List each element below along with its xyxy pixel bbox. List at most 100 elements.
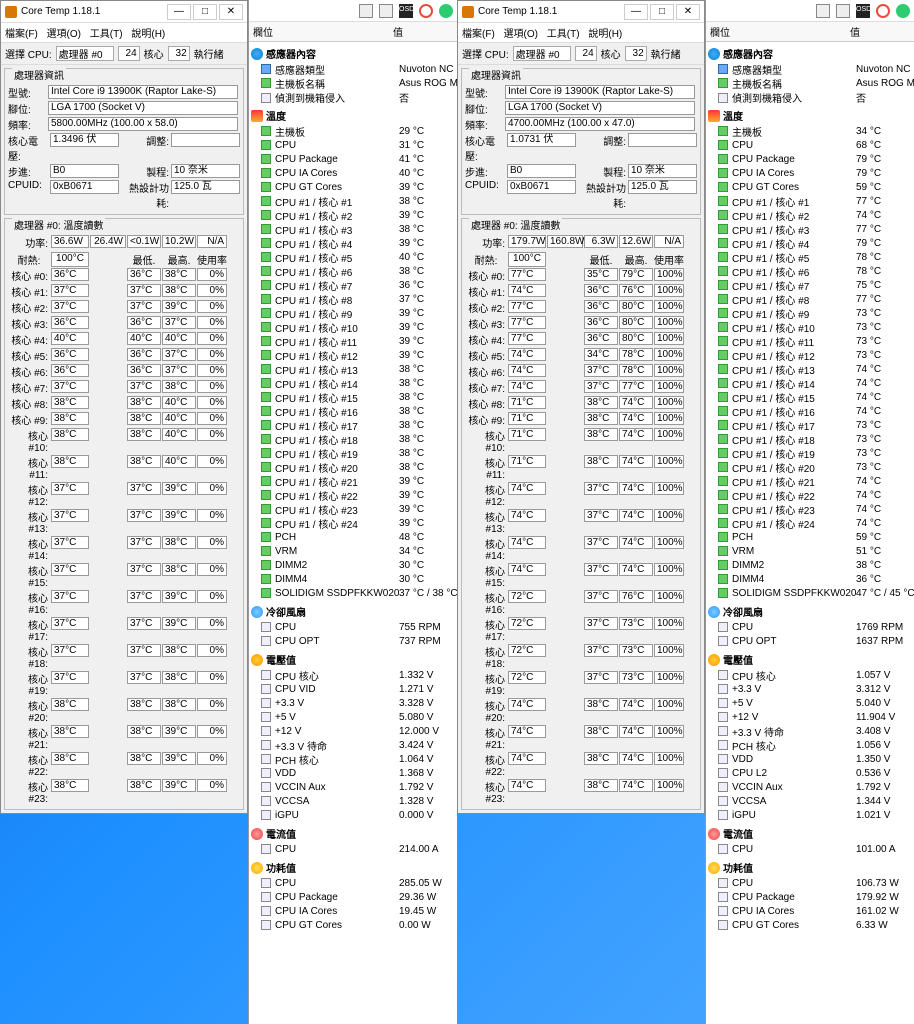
person-icon[interactable] [359,4,373,18]
sensor-line[interactable]: SOLIDIGM SSDPFKKW020X737 °C / 38 °C [251,586,455,600]
sensor-line[interactable]: 主機板29 °C [251,124,455,138]
sensor-line[interactable]: CPU1769 RPM [708,620,912,634]
sensor-line[interactable]: CPU OPT1637 RPM [708,634,912,648]
sensor-line[interactable]: CPU #1 / 核心 #1073 °C [708,320,912,334]
sensor-line[interactable]: CPU #1 / 核心 #678 °C [708,264,912,278]
fan-header[interactable]: 冷卻風扇 [708,603,912,620]
sensor-line[interactable]: CPU #1 / 核心 #775 °C [708,278,912,292]
sensor-line[interactable]: CPU #1 / 核心 #1273 °C [708,348,912,362]
pow-header[interactable]: 功耗值 [708,859,912,876]
status-icon[interactable] [896,4,910,18]
temp-header[interactable]: 溫度 [251,107,455,124]
sensor-line[interactable]: CPU VID1.271 V [251,682,455,696]
cores-count[interactable] [118,46,140,61]
minimize-button[interactable]: — [167,4,191,20]
sensor-line[interactable]: VDD1.368 V [251,766,455,780]
sensor-line[interactable]: CPU #1 / 核心 #2038 °C [251,460,455,474]
sensor-line[interactable]: CPU Package79 °C [708,152,912,166]
sensor-line[interactable]: CPU #1 / 核心 #177 °C [708,194,912,208]
sensor-line[interactable]: 主機板34 °C [708,124,912,138]
sensor-line[interactable]: CPU68 °C [708,138,912,152]
sensor-line[interactable]: CPU #1 / 核心 #338 °C [251,222,455,236]
threads-count[interactable] [168,46,190,61]
sensor-line[interactable]: CPU OPT737 RPM [251,634,455,648]
sensor-line[interactable]: CPU #1 / 核心 #1239 °C [251,348,455,362]
record-icon[interactable] [419,4,433,18]
titlebar[interactable]: Core Temp 1.18.1 — □ ✕ [1,1,247,23]
menu-tools[interactable]: 工具(T) [90,29,123,40]
minimize-button[interactable]: — [624,4,648,20]
sensor-line[interactable]: VDD1.350 V [708,752,912,766]
sensor-line[interactable]: 感應器類型Nuvoton NC [251,62,455,76]
volt-header[interactable]: 電壓值 [708,651,912,668]
status-icon[interactable] [439,4,453,18]
sensor-line[interactable]: CPU 核心1.057 V [708,668,912,682]
sensor-line[interactable]: PCH 核心1.056 V [708,738,912,752]
sensor-line[interactable]: CPU #1 / 核心 #939 °C [251,306,455,320]
sensor-line[interactable]: VCCIN Aux1.792 V [708,780,912,794]
close-button[interactable]: ✕ [219,4,243,20]
sensor-line[interactable]: 感應器類型Nuvoton NC [708,62,912,76]
sensor-line[interactable]: CPU #1 / 核心 #2274 °C [708,488,912,502]
cpu-select[interactable] [513,46,571,61]
sensor-line[interactable]: +12 V11.904 V [708,710,912,724]
sensor-line[interactable]: CPU GT Cores6.33 W [708,918,912,932]
maximize-button[interactable]: □ [650,4,674,20]
menu-help[interactable]: 說明(H) [588,29,622,40]
amp-header[interactable]: 電流值 [251,825,455,842]
sensor-line[interactable]: 主機板名稱Asus ROG M… [708,76,912,90]
sensor-line[interactable]: +3.3 V3.312 V [708,682,912,696]
sensor-line[interactable]: 偵測到機箱侵入否 [708,90,912,104]
sensor-line[interactable]: CPU #1 / 核心 #1773 °C [708,418,912,432]
sensor-line[interactable]: CPU #1 / 核心 #2439 °C [251,516,455,530]
sensor-line[interactable]: iGPU1.021 V [708,808,912,822]
sensor-line[interactable]: CPU #1 / 核心 #1674 °C [708,404,912,418]
sensors-header[interactable]: 感應器內容 [708,45,912,62]
sensor-line[interactable]: CPU #1 / 核心 #377 °C [708,222,912,236]
sensor-line[interactable]: SOLIDIGM SSDPFKKW020X747 °C / 45 °C [708,586,912,600]
sensor-line[interactable]: CPU #1 / 核心 #2073 °C [708,460,912,474]
sensors-header[interactable]: 感應器內容 [251,45,455,62]
sensor-line[interactable]: CPU #1 / 核心 #736 °C [251,278,455,292]
sensor-line[interactable]: CPU #1 / 核心 #877 °C [708,292,912,306]
person-icon[interactable] [816,4,830,18]
sensor-line[interactable]: CPU755 RPM [251,620,455,634]
sensor-line[interactable]: CPU IA Cores79 °C [708,166,912,180]
sensor-line[interactable]: CPU31 °C [251,138,455,152]
sensor-line[interactable]: CPU #1 / 核心 #274 °C [708,208,912,222]
sensor-line[interactable]: CPU #1 / 核心 #837 °C [251,292,455,306]
sensor-line[interactable]: CPU #1 / 核心 #2174 °C [708,474,912,488]
sensor-line[interactable]: PCH59 °C [708,530,912,544]
sensor-line[interactable]: CPU101.00 A [708,842,912,856]
sensor-line[interactable]: CPU #1 / 核心 #1139 °C [251,334,455,348]
menu-help[interactable]: 說明(H) [131,29,165,40]
sensor-line[interactable]: 偵測到機箱侵入否 [251,90,455,104]
lock-icon[interactable] [379,4,393,18]
lock-icon[interactable] [836,4,850,18]
sensor-line[interactable]: CPU IA Cores40 °C [251,166,455,180]
sensor-line[interactable]: CPU #1 / 核心 #2374 °C [708,502,912,516]
sensor-line[interactable]: CPU #1 / 核心 #138 °C [251,194,455,208]
sensor-line[interactable]: CPU #1 / 核心 #439 °C [251,236,455,250]
sensor-line[interactable]: CPU #1 / 核心 #1374 °C [708,362,912,376]
cores-count[interactable] [575,46,597,61]
sensor-line[interactable]: iGPU0.000 V [251,808,455,822]
sensor-line[interactable]: VCCSA1.328 V [251,794,455,808]
sensor-line[interactable]: CPU 核心1.332 V [251,668,455,682]
sensor-line[interactable]: CPU214.00 A [251,842,455,856]
sensor-line[interactable]: DIMM230 °C [251,558,455,572]
sensor-line[interactable]: CPU #1 / 核心 #1438 °C [251,376,455,390]
sensor-line[interactable]: CPU GT Cores59 °C [708,180,912,194]
sensor-line[interactable]: VCCIN Aux1.792 V [251,780,455,794]
sensor-line[interactable]: PCH48 °C [251,530,455,544]
sensor-line[interactable]: CPU285.05 W [251,876,455,890]
sensor-line[interactable]: DIMM436 °C [708,572,912,586]
sensor-line[interactable]: CPU #1 / 核心 #1938 °C [251,446,455,460]
sensor-line[interactable]: +5 V5.080 V [251,710,455,724]
cpu-select[interactable] [56,46,114,61]
fan-header[interactable]: 冷卻風扇 [251,603,455,620]
sensor-line[interactable]: CPU #1 / 核心 #1474 °C [708,376,912,390]
osd-icon[interactable]: OSD [399,4,413,18]
sensor-line[interactable]: DIMM430 °C [251,572,455,586]
sensor-line[interactable]: CPU #1 / 核心 #1873 °C [708,432,912,446]
